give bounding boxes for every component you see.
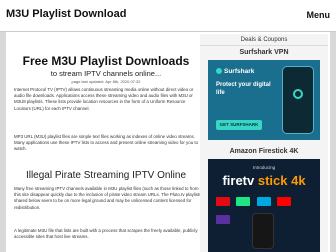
sidebar: Deals & Coupons Surfshark VPN Surfshark … [200, 34, 328, 252]
surfshark-cta-button[interactable]: GET SURFSHARK [216, 120, 262, 130]
app-tile-icon [236, 197, 251, 206]
surfshark-headline: Protect your digital life [216, 82, 271, 96]
firestick-ad[interactable]: Introducing firetv stick 4k [208, 159, 320, 252]
app-tile-icon [216, 197, 230, 206]
firestick-intro: Introducing [252, 165, 276, 170]
vpn-shield-icon [293, 89, 303, 99]
app-tile-icon [216, 215, 230, 224]
left-gutter [0, 32, 6, 252]
firestick-ad-title[interactable]: Amazon Firestick 4K [200, 148, 328, 155]
legit-paragraph: A legitimate M3U file that lists are bui… [14, 228, 198, 240]
app-tile-icon [277, 197, 292, 206]
piracy-paragraph: Many free streaming IPTV channels availa… [14, 186, 202, 210]
deals-heading: Deals & Coupons [200, 34, 328, 46]
firestick-device-illustration [252, 213, 274, 249]
site-header: M3U Playlist Download Menu [0, 0, 336, 32]
app-tiles [216, 193, 312, 224]
page-subtitle: to stream IPTV channels online... [50, 69, 162, 78]
site-title[interactable]: M3U Playlist Download [6, 8, 126, 20]
intro-paragraph: Internet Protocol TV (IPTV) allows conti… [14, 87, 194, 111]
menu-button[interactable]: Menu [307, 10, 331, 20]
surfshark-logo: Surfshark [216, 68, 254, 75]
surfshark-logo-icon [216, 68, 222, 75]
m3u-paragraph: MP3 URL (M3U) playlist files are simple … [14, 134, 199, 152]
main-content: Free M3U Playlist Downloads to stream IP… [8, 32, 226, 252]
right-gutter [330, 32, 336, 252]
surfshark-ad[interactable]: Surfshark Protect your digital life GET … [208, 60, 320, 140]
vpn-ad-title[interactable]: Surfshark VPN [200, 49, 328, 56]
page-title: Free M3U Playlist Downloads [22, 54, 190, 68]
phone-illustration [282, 66, 314, 134]
app-tile-icon [256, 197, 271, 206]
section-heading: Illegal Pirate Streaming IPTV Online [25, 170, 187, 181]
firestick-brand: firetv stick 4k [222, 173, 306, 188]
last-updated: page last updated: Apr 8th, 2020 07:32 [71, 79, 141, 84]
